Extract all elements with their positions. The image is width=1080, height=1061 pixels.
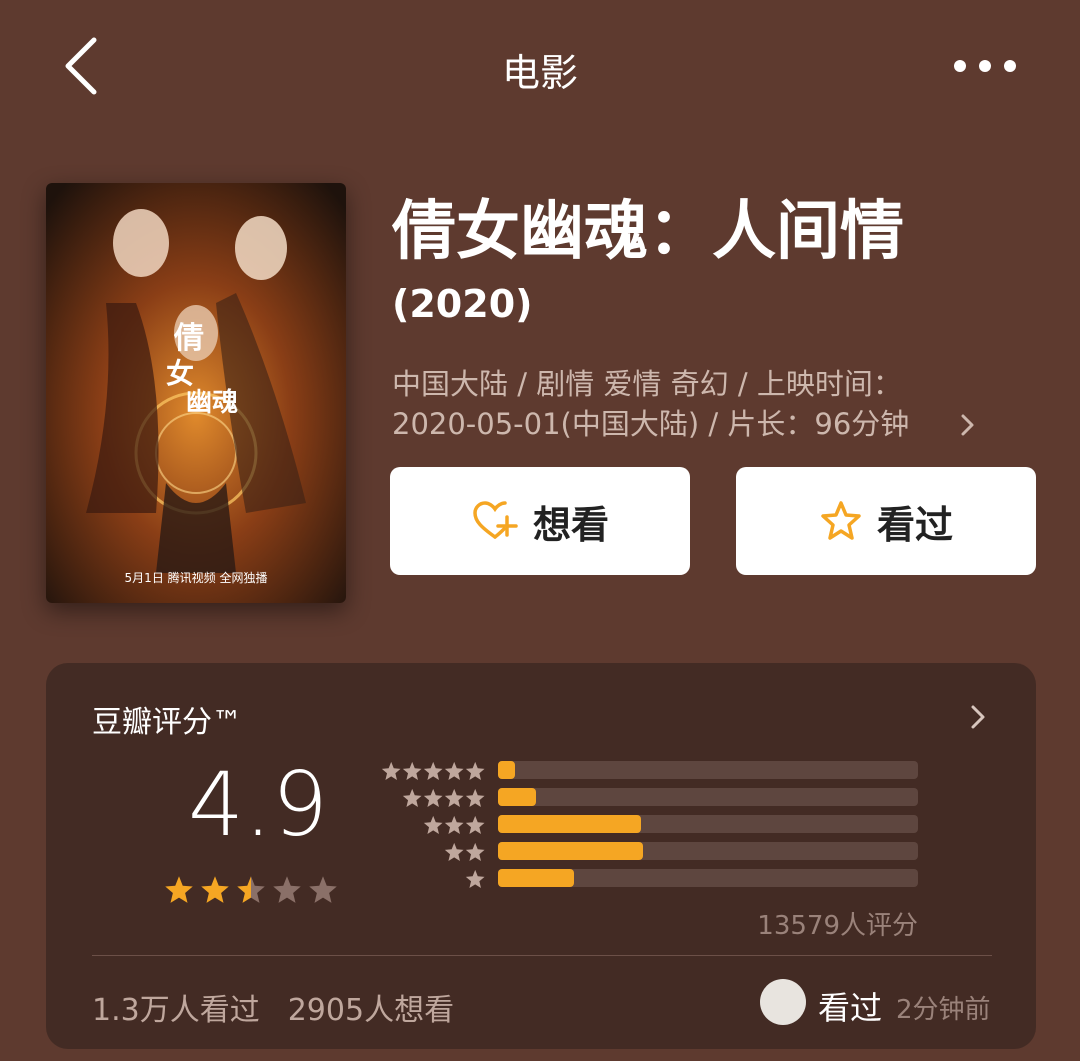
distribution-bar [498, 761, 918, 779]
watch-stats: 1.3万人看过 2905人想看 [92, 985, 482, 1029]
distribution-stars [381, 761, 485, 780]
rating-star [165, 876, 193, 903]
chevron-right-icon[interactable] [958, 410, 978, 440]
svg-text:倩: 倩 [173, 321, 204, 356]
distribution-stars [444, 842, 485, 861]
watched-count: 1.3万人看过 [92, 993, 260, 1028]
seen-label: 看过 [876, 502, 953, 547]
rating-card[interactable]: 豆瓣评分™ 4.9 13579人评分 1.3万人看过 2905人想看 看过 2分钟… [46, 663, 1036, 1049]
poster-date-text: 5月1日 腾讯视频 全网独播 [124, 571, 268, 585]
rating-star [309, 876, 337, 903]
friend-action: 看过 [818, 989, 883, 1027]
distribution-bar-fill [498, 869, 574, 887]
friend-time: 2分钟前 [896, 995, 991, 1025]
distribution-bar-fill [498, 842, 643, 860]
distribution-stars [423, 815, 485, 834]
rating-star [201, 876, 229, 903]
distribution-bar [498, 788, 918, 806]
page-title: 电影 [501, 51, 578, 95]
wish-count: 2905人想看 [287, 993, 455, 1028]
distribution-bar [498, 815, 918, 833]
rating-title: 豆瓣评分™ [92, 705, 242, 740]
distribution-bar-fill [498, 815, 641, 833]
movie-meta[interactable]: 中国大陆 / 剧情 爱情 奇幻 / 上映时间： 2020-05-01(中国大陆)… [392, 364, 1032, 444]
movie-poster[interactable]: 倩 女 幽魂 5月1日 腾讯视频 全网独播 [46, 183, 346, 603]
divider [92, 955, 992, 956]
watched-button[interactable]: 看过 [736, 467, 1036, 575]
avatar[interactable] [760, 979, 806, 1025]
meta-line-2: 2020-05-01(中国大陆) / 片长：96分钟 [392, 407, 910, 441]
want-label: 想看 [532, 502, 609, 547]
more-dots-icon[interactable] [950, 56, 1020, 76]
distribution-bar-fill [498, 761, 515, 779]
chevron-right-icon[interactable] [968, 701, 988, 733]
rating-stars [165, 876, 337, 903]
movie-year: (2020) [392, 282, 533, 326]
svg-text:幽魂: 幽魂 [186, 388, 238, 418]
movie-title: 倩女幽魂：人间情 [392, 195, 904, 269]
nav-bar: 电影 [0, 0, 1080, 135]
svg-text:女: 女 [166, 357, 194, 390]
rating-score: 4.9 [188, 753, 328, 856]
heart-plus-icon [473, 501, 518, 539]
distribution-stars [402, 788, 485, 807]
meta-line-1: 中国大陆 / 剧情 爱情 奇幻 / 上映时间： [392, 367, 902, 401]
want-to-watch-button[interactable]: 想看 [390, 467, 690, 575]
star-outline-icon [821, 501, 861, 540]
distribution-bar-fill [498, 788, 536, 806]
rating-count: 13579人评分 [757, 911, 918, 941]
distribution-bar [498, 869, 918, 887]
rating-star [273, 876, 301, 903]
distribution-stars [465, 869, 485, 888]
rating-star [237, 876, 265, 903]
distribution-bar [498, 842, 918, 860]
